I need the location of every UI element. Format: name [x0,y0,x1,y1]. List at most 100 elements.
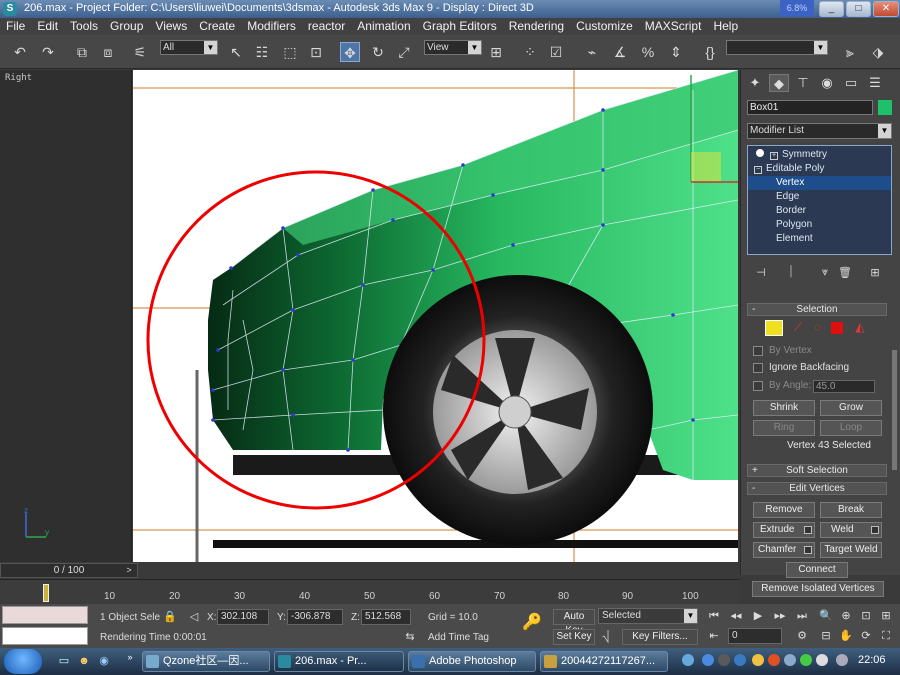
x-coordinate-field[interactable]: 302.108 [217,609,269,625]
quick-launch-icon[interactable]: ☻ [76,654,92,668]
viewport-label[interactable]: Right [5,73,32,83]
manipulate-icon[interactable]: ⁘ [520,42,540,62]
percent-snap-icon[interactable]: % [638,42,658,62]
menu-modifiers[interactable]: Modifiers [241,18,302,35]
clock[interactable]: 22:06 [858,654,886,666]
arc-rotate-icon[interactable]: ⟳ [858,629,874,643]
menu-graph-editors[interactable]: Graph Editors [417,18,503,35]
keyboard-shortcut-override-icon[interactable]: ☑ [546,42,566,62]
pivot-center-icon[interactable]: ⊞ [486,42,506,62]
chamfer-button[interactable]: Chamfer [753,542,815,558]
tray-icon[interactable] [800,654,812,666]
angle-spinner[interactable]: 45.0 [813,380,875,393]
previous-frame-icon[interactable]: ◂◂ [728,609,744,623]
absolute-mode-icon[interactable]: ◁ [186,610,202,624]
task-qzone[interactable]: Qzone社区—因... [142,651,270,672]
track-bar[interactable]: 10 20 30 40 50 60 70 80 90 100 [0,579,740,604]
stack-item-vertex[interactable]: Vertex [748,176,891,190]
ignore-backfacing-checkbox[interactable] [753,363,763,373]
stack-item-edge[interactable]: Edge [748,190,891,204]
menu-help[interactable]: Help [707,18,744,35]
zoom-icon[interactable]: 🔍 [818,609,834,623]
y-coordinate-field[interactable]: -306.878 [287,609,343,625]
grow-button[interactable]: Grow [820,400,882,416]
panel-scrollbar[interactable] [892,350,897,470]
volume-icon[interactable] [816,654,828,666]
snaps-toggle-icon[interactable]: ⌁ [582,42,602,62]
quick-launch-icon[interactable]: ◉ [96,654,112,668]
chamfer-settings-icon[interactable] [804,546,812,554]
z-coordinate-field[interactable]: 512.568 [361,609,411,625]
menu-reactor[interactable]: reactor [302,18,351,35]
menu-group[interactable]: Group [104,18,149,35]
add-time-tag[interactable]: Add Time Tag [428,632,489,643]
object-name-field[interactable]: Box01 [747,100,873,115]
tray-icon[interactable] [718,654,730,666]
soft-selection-rollout-header[interactable]: + Soft Selection [747,464,887,477]
weld-button[interactable]: Weld [820,522,882,538]
select-and-move-icon[interactable]: ✥ [340,42,360,62]
lock-selection-icon[interactable]: 🔒 [162,610,178,624]
pan-view-icon[interactable]: ✋ [838,629,854,643]
menu-customize[interactable]: Customize [570,18,639,35]
right-viewport[interactable] [133,70,738,562]
show-end-result-icon[interactable]: ⏐ [783,266,799,280]
maxscript-listener-pink[interactable] [2,606,88,624]
set-key-icon[interactable]: ⎷ [598,630,614,644]
edit-vertices-rollout-header[interactable]: - Edit Vertices [747,482,887,495]
spinner-snap-icon[interactable]: ⇕ [666,42,686,62]
3dsmax-app-icon[interactable]: S [3,2,17,16]
pin-stack-icon[interactable]: ⊣ [753,266,769,280]
expand-icon[interactable]: + [770,152,778,160]
menu-file[interactable]: File [0,18,31,35]
selection-rollout-header[interactable]: - Selection [747,303,887,316]
target-weld-button[interactable]: Target Weld [820,542,882,558]
rectangular-selection-icon[interactable]: ⬚ [280,42,300,62]
task-3dsmax[interactable]: 206.max - Pr... [274,651,404,672]
minimize-button[interactable]: _ [819,1,844,17]
link-icon[interactable]: ⧉ [72,42,92,62]
undo-icon[interactable]: ↶ [10,42,30,62]
task-photoshop[interactable]: Adobe Photoshop [408,651,536,672]
zoom-all-icon[interactable]: ⊕ [838,609,854,623]
redo-icon[interactable]: ↷ [38,42,58,62]
play-icon[interactable]: ▶ [750,609,766,623]
menu-tools[interactable]: Tools [64,18,104,35]
qq-icon[interactable] [752,654,764,666]
time-configuration-icon[interactable]: ⚙ [794,629,810,643]
remove-isolated-vertices-button[interactable]: Remove Isolated Vertices [752,581,884,597]
connect-button[interactable]: Connect [786,562,848,578]
extrude-button[interactable]: Extrude [753,522,815,538]
time-tag-icon[interactable]: ⇆ [402,630,418,644]
next-frame-arrow-icon[interactable]: > [122,564,136,577]
stack-item-editable-poly[interactable]: − Editable Poly [748,162,891,176]
help-icon[interactable] [702,654,714,666]
stack-item-polygon[interactable]: Polygon [748,218,891,232]
maximize-viewport-icon[interactable]: ⛶ [878,629,894,643]
display-tab-icon[interactable]: ▭ [841,74,861,92]
polygon-mode-icon[interactable] [831,322,843,334]
more-quick-launch-icon[interactable]: » [122,650,138,664]
edit-named-selection-icon[interactable]: {} [700,42,720,62]
menu-animation[interactable]: Animation [351,18,416,35]
edge-mode-icon[interactable]: ⟋ [789,320,807,336]
current-frame-field[interactable]: 0 [728,628,782,644]
bind-space-warp-icon[interactable]: ⚟ [130,42,150,62]
selection-filter-dropdown[interactable]: All ▼ [160,40,218,55]
zoom-extents-icon[interactable]: ⊡ [858,609,874,623]
loop-button[interactable]: Loop [820,420,882,436]
extrude-settings-icon[interactable] [804,526,812,534]
remove-button[interactable]: Remove [753,502,815,518]
menu-views[interactable]: Views [149,18,193,35]
weld-settings-icon[interactable] [871,526,879,534]
hierarchy-tab-icon[interactable]: ⊤ [793,74,813,92]
select-by-name-icon[interactable]: ☷ [252,42,272,62]
select-and-rotate-icon[interactable]: ↻ [368,42,388,62]
border-mode-icon[interactable]: ◌ [809,320,827,336]
make-unique-icon[interactable]: ⩔ [817,266,833,280]
modifier-list-dropdown[interactable]: Modifier List ▼ [747,123,892,139]
key-mode-dropdown[interactable]: Selected ▼ [598,608,698,624]
tray-icon[interactable] [734,654,746,666]
current-frame-marker[interactable] [43,584,49,602]
menu-edit[interactable]: Edit [31,18,64,35]
